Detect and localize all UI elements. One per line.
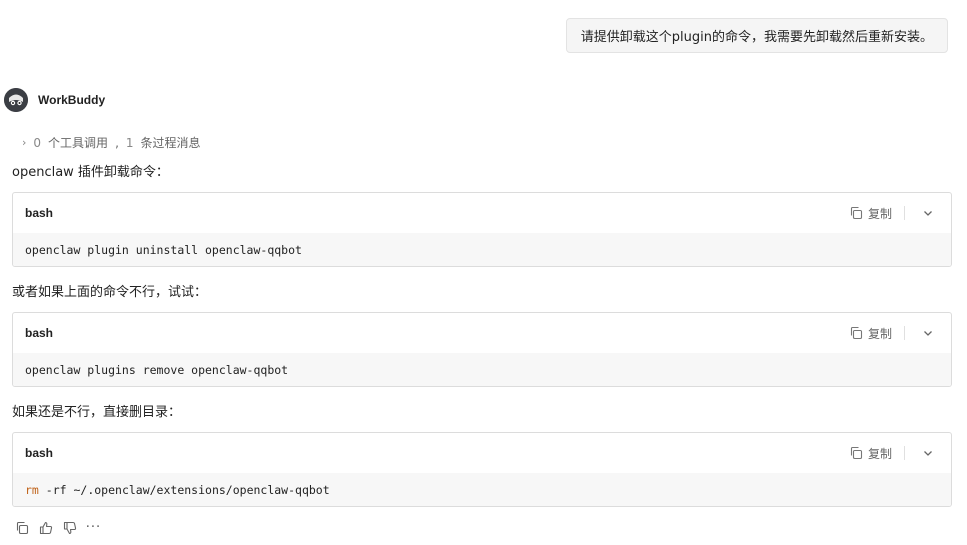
copy-icon [850,446,863,460]
copy-button[interactable]: 复制 [849,445,892,462]
thumbs-up-icon [39,521,52,534]
message-actions: ··· [14,520,101,535]
process-message-label: 条过程消息 [140,136,201,150]
chat-page: 请提供卸载这个plugin的命令，我需要先卸载然后重新安装。 WorkBuddy… [0,0,967,545]
code-language-label: bash [25,206,54,220]
code-block-header: bash 复制 [13,433,951,473]
divider [904,446,905,460]
summary-separator: , [115,135,119,150]
code-block-header: bash 复制 [13,313,951,353]
code-actions: 复制 [849,442,939,464]
more-options-button[interactable]: ··· [86,520,101,535]
collapse-button[interactable] [917,442,939,464]
assistant-avatar [4,88,28,112]
copy-button[interactable]: 复制 [849,325,892,342]
tool-call-summary-toggle[interactable]: › 0 个工具调用 , 1 条过程消息 [22,134,201,151]
collapse-button[interactable] [917,322,939,344]
code-content: rm -rf ~/.openclaw/extensions/openclaw-q… [13,473,951,506]
code-block: bash 复制 openclaw plugins remove openclaw… [12,312,952,387]
collapse-button[interactable] [917,202,939,224]
assistant-header: WorkBuddy [4,88,105,112]
code-language-label: bash [25,326,54,340]
code-actions: 复制 [849,202,939,224]
code-language-label: bash [25,446,54,460]
copy-label: 复制 [867,326,892,341]
paragraph-delete-dir-intro: 如果还是不行，直接删目录： [12,405,182,420]
chevron-right-icon: › [22,136,27,149]
process-message-count: 1 [125,135,134,150]
code-content: openclaw plugins remove openclaw-qqbot [13,353,951,386]
thumbs-down-icon [63,521,76,534]
paragraph-alternative-intro: 或者如果上面的命令不行，试试： [12,285,208,300]
code-arguments: -rf ~/.openclaw/extensions/openclaw-qqbo… [38,483,330,497]
chevron-down-icon [924,451,932,456]
code-content: openclaw plugin uninstall openclaw-qqbot [13,233,951,266]
robot-icon [4,88,28,112]
user-message-bubble: 请提供卸载这个plugin的命令，我需要先卸载然后重新安装。 [565,18,948,53]
copy-icon [850,326,863,340]
copy-label: 复制 [867,446,892,461]
divider [904,326,905,340]
copy-icon [16,521,28,534]
chevron-down-icon [924,331,932,336]
user-message-text: 请提供卸载这个plugin的命令，我需要先卸载然后重新安装。 [580,30,933,45]
tool-count-label: 个工具调用 [48,136,109,150]
code-keyword: rm [25,483,39,497]
tool-count: 0 [33,135,42,150]
paragraph-uninstall-intro: openclaw 插件卸载命令： [12,165,169,180]
code-block-header: bash 复制 [13,193,951,233]
copy-message-button[interactable] [14,520,29,535]
code-actions: 复制 [849,322,939,344]
copy-button[interactable]: 复制 [849,205,892,222]
assistant-name: WorkBuddy [38,93,106,107]
chevron-down-icon [924,211,932,216]
code-block: bash 复制 rm -rf ~/.openclaw/extensions/op… [12,432,952,507]
thumbs-up-button[interactable] [38,520,53,535]
copy-icon [850,206,863,220]
thumbs-down-button[interactable] [62,520,77,535]
code-block: bash 复制 openclaw plugin uninstall opencl… [12,192,952,267]
divider [904,206,905,220]
copy-label: 复制 [867,206,892,221]
